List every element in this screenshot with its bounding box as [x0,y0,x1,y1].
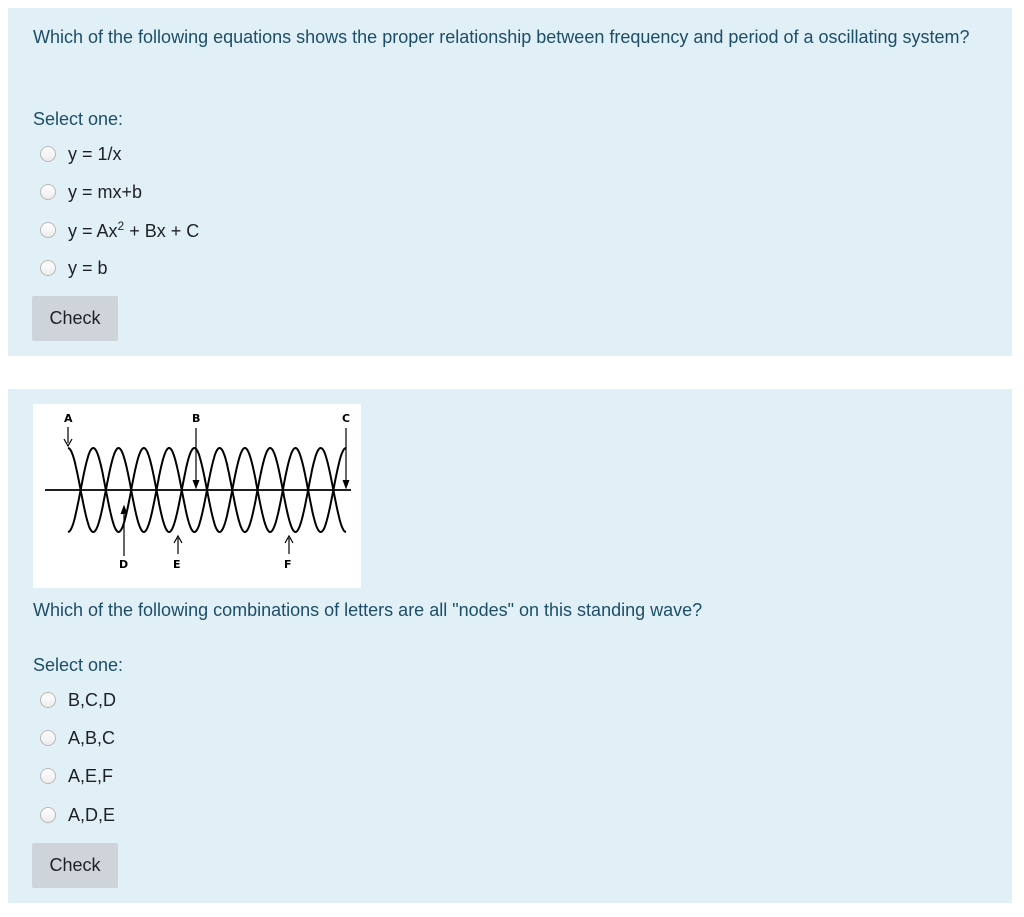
q1-option-1-label: y = 1/x [68,143,122,164]
radio-button[interactable] [40,184,56,200]
label-F: F [284,558,292,571]
question-2-panel: A B C D E F Which of the following combi… [8,389,1012,903]
q2-option-3-label: A,E,F [68,765,114,786]
standing-wave-diagram: A B C D E F [45,412,351,571]
label-B: B [192,412,200,425]
arrowhead-B [192,479,200,490]
q1-option-3[interactable]: y = Ax2 + Bx + C [40,217,199,243]
q1-option-4-label: y = b [68,257,108,278]
label-A: A [64,412,73,425]
q2-option-2[interactable]: A,B,C [40,725,115,751]
q1-option-2-label: y = mx+b [68,181,143,202]
radio-button[interactable] [40,807,56,823]
q2-option-2-label: A,B,C [68,727,116,748]
radio-button[interactable] [40,692,56,708]
question-1-text: Which of the following equations shows t… [33,27,970,47]
q1-option-4[interactable]: y = b [40,255,108,281]
radio-button[interactable] [40,222,56,238]
radio-button[interactable] [40,260,56,276]
q1-option-3-pre: y = Ax [68,220,118,241]
label-D: D [119,558,128,571]
arrowhead-D [120,504,128,515]
q1-option-2[interactable]: y = mx+b [40,179,142,205]
radio-button[interactable] [40,768,56,784]
q2-check-button[interactable]: Check [32,843,118,888]
question-2-text: Which of the following combinations of l… [33,600,703,620]
label-E: E [173,558,181,571]
question-2-select-label: Select one: [33,655,124,675]
radio-button[interactable] [40,730,56,746]
q2-option-4[interactable]: A,D,E [40,802,115,828]
q2-option-1-label: B,C,D [68,689,117,710]
q1-check-button[interactable]: Check [32,296,118,341]
q2-option-3[interactable]: A,E,F [40,763,113,789]
q1-option-3-label: y = Ax2 + Bx + C [68,219,199,242]
q1-option-3-post: + Bx + C [124,220,200,241]
q2-option-4-label: A,D,E [68,804,116,825]
standing-wave-figure: A B C D E F [33,404,361,588]
question-1-select-label: Select one: [33,109,124,129]
question-1-panel: Which of the following equations shows t… [8,8,1012,356]
arrowhead-C [342,479,350,490]
q1-option-1[interactable]: y = 1/x [40,141,122,167]
q2-option-1[interactable]: B,C,D [40,687,116,713]
label-C: C [342,412,350,425]
radio-button[interactable] [40,146,56,162]
